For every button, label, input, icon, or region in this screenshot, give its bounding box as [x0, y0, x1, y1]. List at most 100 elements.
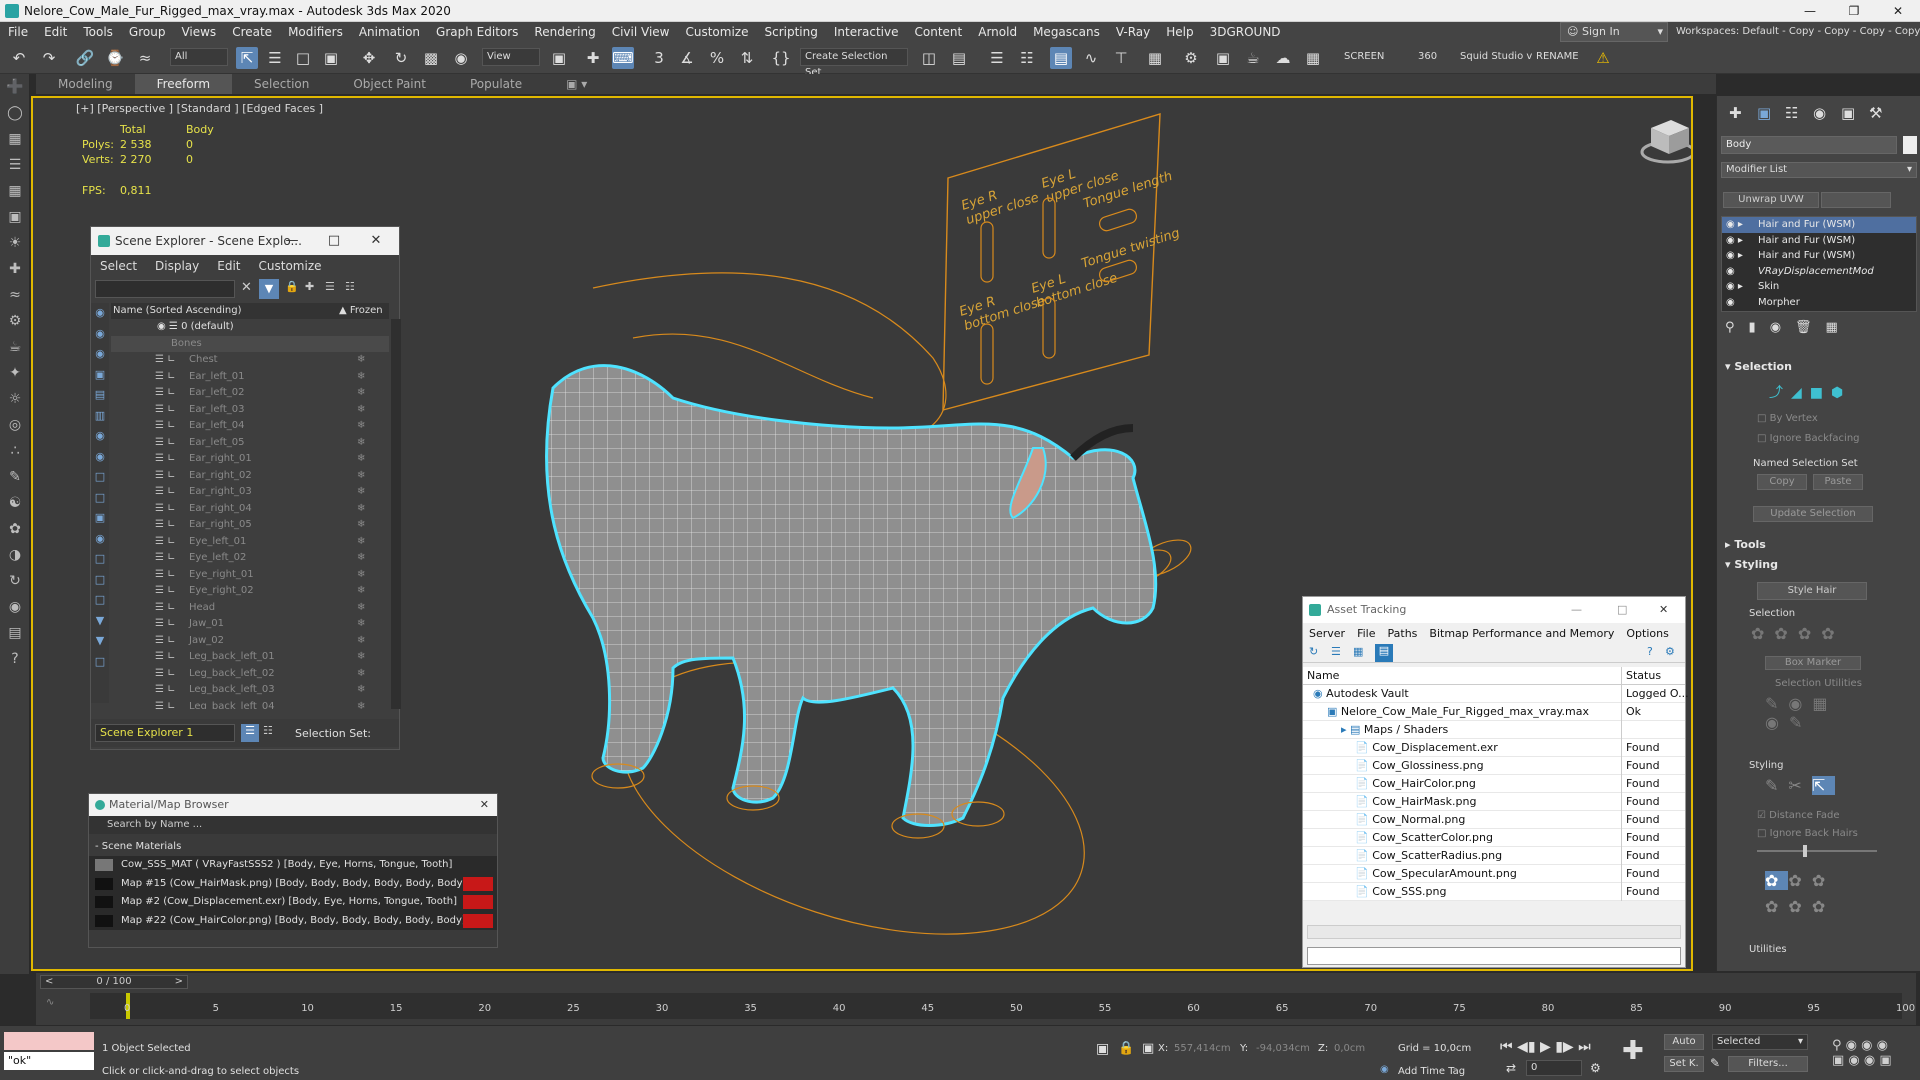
redo-icon[interactable]: ↷ — [38, 47, 60, 69]
target-icon[interactable]: ◎ — [0, 412, 30, 438]
at-asset-row[interactable]: 📄 Cow_SpecularAmount.png Found — [1303, 865, 1685, 883]
percent-snap-icon[interactable]: % — [706, 47, 728, 69]
snowflake-icon[interactable]: ❄ — [357, 352, 365, 369]
snowflake-icon[interactable]: ❄ — [357, 600, 365, 617]
set-key-button[interactable]: Set K. — [1664, 1056, 1704, 1072]
update-selection-button[interactable]: Update Selection — [1753, 506, 1873, 522]
sign-in-button[interactable]: ☺ Sign In ▾ — [1560, 22, 1668, 42]
viewcube[interactable] — [1640, 120, 1691, 164]
at-menu-options[interactable]: Options — [1620, 627, 1674, 640]
face-icon[interactable]: ◢ — [1791, 385, 1810, 401]
menu-customize[interactable]: Customize — [677, 25, 756, 39]
rendered-frame-window-icon[interactable]: ▣ — [1212, 47, 1234, 69]
menu-civil-view[interactable]: Civil View — [604, 25, 678, 39]
material-editor-icon[interactable]: ▦ — [1144, 47, 1166, 69]
z-coordinate[interactable]: 0,0cm — [1334, 1043, 1365, 1054]
snowflake-icon[interactable]: ❄ — [357, 534, 365, 551]
isolate-icon[interactable]: ▣ — [1096, 1041, 1109, 1057]
render-setup-icon[interactable]: ⚙ — [1180, 47, 1202, 69]
workspaces-selector[interactable]: Workspaces: Default - Copy - Copy - Copy… — [1676, 22, 1920, 42]
at-asset-row[interactable]: 📄 Cow_SSS.png Found — [1303, 883, 1685, 901]
menu-modifiers[interactable]: Modifiers — [280, 25, 351, 39]
make-unique-icon[interactable]: ◉ — [1770, 320, 1795, 335]
teapot-icon[interactable]: ☕ — [0, 334, 30, 360]
menu-arnold[interactable]: Arnold — [970, 25, 1025, 39]
sphere-icon[interactable]: ◯ — [0, 100, 30, 126]
se-bone-item[interactable]: ☰ ∟ Ear_right_04 ❄ — [111, 501, 389, 518]
distance-fade-checkbox[interactable]: ☑ Distance Fade — [1757, 810, 1840, 821]
at-col-status[interactable]: Status — [1621, 667, 1661, 685]
settings-icon[interactable]: ⚙ — [1665, 645, 1675, 658]
utilities-tab-icon[interactable]: ⚒ — [1869, 104, 1882, 122]
y-coordinate[interactable]: -94,034cm — [1256, 1043, 1310, 1054]
render-in-cloud-icon[interactable]: ☁ — [1272, 47, 1294, 69]
se-menu-select[interactable]: Select — [91, 259, 146, 273]
warning-icon[interactable]: ⚠ — [1592, 47, 1614, 69]
selection-filter-dropdown[interactable]: All — [170, 48, 228, 66]
snowflake-icon[interactable]: ❄ — [357, 402, 365, 419]
maximize-icon[interactable]: □ — [313, 227, 355, 255]
se-layer-icon[interactable]: ☰ — [241, 724, 259, 742]
tab-freeform[interactable]: Freeform — [134, 74, 233, 94]
paint-icon[interactable]: ◑ — [0, 542, 30, 568]
add-layer-icon[interactable]: ✚ — [305, 280, 314, 293]
modifier-skin[interactable]: ◉ ▸ Skin — [1722, 279, 1916, 295]
menu-megascans[interactable]: Megascans — [1025, 25, 1108, 39]
edit-named-sets-icon[interactable]: {} — [770, 47, 792, 69]
cow-mesh[interactable] — [545, 364, 1158, 827]
snowflake-icon[interactable]: ❄ — [357, 699, 365, 710]
eye-l-upper-slider[interactable] — [1042, 197, 1056, 259]
link-icon[interactable]: 🔗 — [74, 47, 96, 69]
snowflake-icon[interactable]: ❄ — [357, 484, 365, 501]
time-configuration-icon[interactable]: ⚙ — [1590, 1061, 1601, 1075]
scene-explorer-titlebar[interactable]: Scene Explorer - Scene Explo... — □ ✕ — [91, 227, 399, 255]
tab-populate[interactable]: Populate — [448, 77, 544, 91]
object-name-field[interactable]: Body — [1721, 136, 1897, 154]
at-titlebar[interactable]: Asset Tracking — □ ✕ — [1303, 597, 1685, 623]
at-asset-row[interactable]: ▸ ▤ Maps / Shaders — [1303, 721, 1685, 739]
style-hair-button[interactable]: Style Hair — [1757, 582, 1867, 600]
toggle-ribbon-icon[interactable]: ▤ — [1050, 47, 1072, 69]
select-object-icon[interactable]: ⇱ — [236, 47, 258, 69]
leaf-icon[interactable]: ✿ — [0, 516, 30, 542]
camera-icon[interactable]: ▣ — [0, 204, 30, 230]
ignore-back-hairs-checkbox[interactable]: □ Ignore Back Hairs — [1757, 828, 1858, 839]
rect-selection-icon[interactable]: □ — [292, 47, 314, 69]
snowflake-icon[interactable]: ❄ — [357, 666, 365, 683]
keyboard-shortcut-override-icon[interactable]: ⌨ — [612, 47, 634, 69]
mb-material-row[interactable]: Map #2 (Cow_Displacement.exr) [Body, Eye… — [89, 893, 497, 912]
hierarchy-icon[interactable]: ☷ — [345, 280, 355, 293]
window-crossing-icon[interactable]: ▣ — [320, 47, 342, 69]
add-time-tag[interactable]: Add Time Tag — [1398, 1066, 1465, 1077]
pivot-center-icon[interactable]: ▣ — [548, 47, 570, 69]
close-icon[interactable]: ✕ — [480, 794, 489, 816]
se-bone-item[interactable]: ☰ ∟ Ear_right_02 ❄ — [111, 468, 389, 485]
world-icon[interactable]: ◉ — [0, 594, 30, 620]
undo-icon[interactable]: ↶ — [8, 47, 30, 69]
menu-graph-editors[interactable]: Graph Editors — [428, 25, 526, 39]
paste-button[interactable]: Paste — [1813, 474, 1863, 490]
snowflake-icon[interactable]: ❄ — [357, 550, 365, 567]
move-icon[interactable]: ✥ — [358, 47, 380, 69]
hair-comb-tools[interactable]: ✿✿✿ ✿✿✿ — [1765, 868, 1835, 920]
snowflake-icon[interactable]: ❄ — [357, 418, 365, 435]
a360-gallery-icon[interactable]: ▦ — [1302, 47, 1324, 69]
minimize-button[interactable]: — — [1788, 0, 1832, 22]
bind-spacewarp-icon[interactable]: ≈ — [134, 47, 156, 69]
hair-cut-icon[interactable]: ✂ — [1788, 776, 1811, 795]
slider-handle[interactable] — [1803, 845, 1807, 857]
rename-label[interactable]: RENAME — [1536, 51, 1579, 62]
tail-control-curve[interactable] — [632, 333, 874, 399]
se-bone-item[interactable]: ☰ ∟ Leg_back_left_02 ❄ — [111, 666, 389, 683]
by-vertex-checkbox[interactable]: □ By Vertex — [1757, 413, 1818, 424]
mirror-icon[interactable]: ◫ — [918, 47, 940, 69]
styling-tools[interactable]: ✎✂⇱ — [1765, 776, 1836, 795]
at-asset-row[interactable]: 📄 Cow_Glossiness.png Found — [1303, 757, 1685, 775]
se-bone-item[interactable]: ☰ ∟ Eye_right_02 ❄ — [111, 583, 389, 600]
at-menu-server[interactable]: Server — [1303, 627, 1351, 640]
mb-material-row[interactable]: Cow_SSS_MAT ( VRayFastSSS2 ) [Body, Eye,… — [89, 856, 497, 875]
grid-icon[interactable]: ▦ — [0, 178, 30, 204]
snowflake-icon[interactable]: ❄ — [357, 583, 365, 600]
se-bone-item[interactable]: ☰ ∟ Ear_left_03 ❄ — [111, 402, 389, 419]
x-coordinate[interactable]: 557,414cm — [1174, 1043, 1231, 1054]
